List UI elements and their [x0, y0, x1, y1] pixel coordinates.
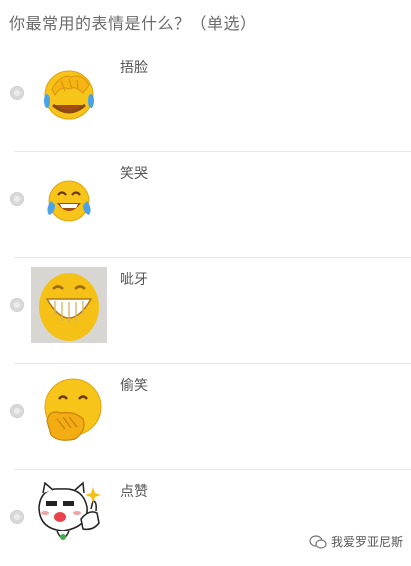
grin-emoji-icon: [31, 267, 107, 343]
option-label: 偷笑: [120, 378, 148, 394]
tears-of-joy-emoji-icon: [31, 161, 107, 237]
facepalm-emoji-icon: [31, 55, 107, 131]
option-label: 捂脸: [120, 60, 148, 76]
option-label: 呲牙: [120, 272, 148, 288]
option-label: 笑哭: [120, 166, 148, 182]
option-thumbs-up[interactable]: 点赞: [0, 470, 411, 566]
radio-button[interactable]: [10, 192, 24, 206]
radio-button[interactable]: [10, 404, 24, 418]
wechat-icon: [309, 534, 327, 549]
option-facepalm[interactable]: 捂脸: [0, 46, 411, 152]
question-title: 你最常用的表情是什么？（单选）: [9, 14, 257, 33]
option-tears-of-joy[interactable]: 笑哭: [0, 152, 411, 258]
watermark-text: 我爱罗亚尼斯: [330, 535, 403, 549]
radio-button[interactable]: [10, 298, 24, 312]
radio-button[interactable]: [10, 510, 24, 524]
radio-button[interactable]: [10, 86, 24, 100]
option-label: 点赞: [120, 484, 148, 500]
option-grin[interactable]: 呲牙: [0, 258, 411, 364]
option-snicker[interactable]: 偷笑: [0, 364, 411, 470]
thumbs-up-cat-emoji-icon: [31, 479, 107, 555]
watermark: 我爱罗亚尼斯: [309, 533, 403, 550]
snicker-emoji-icon: [31, 373, 107, 449]
